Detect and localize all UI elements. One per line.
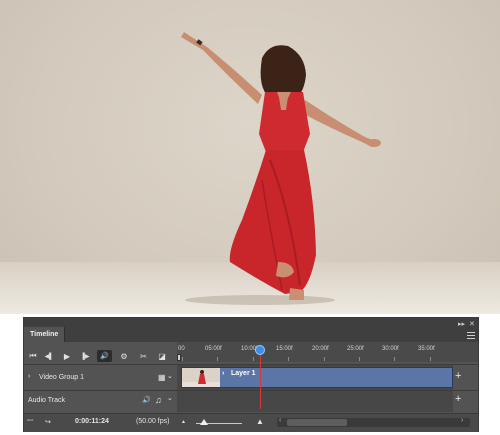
zoom-slider-thumb[interactable] [200,419,208,425]
first-frame-icon[interactable]: ⏮ [27,350,39,362]
next-frame-icon[interactable]: ▐▶ [79,350,91,362]
ruler-label: 05:00f [205,346,222,352]
ruler-label: 35:00f [418,346,435,352]
layer-clip[interactable]: › Layer 1 [181,367,453,388]
add-media-icon[interactable]: + [455,370,461,382]
panel-menu-icon[interactable] [467,332,475,339]
clip-thumbnail [182,368,220,387]
zoom-in-icon[interactable]: ▲ [256,417,264,426]
playhead-line [260,354,261,409]
audio-track-label: Audio Track [28,397,65,404]
chevron-down-icon[interactable]: ⌄ [167,372,173,380]
collapse-panel-icon[interactable]: ▸▸ [458,320,465,328]
render-video-icon[interactable]: ▫▫▫ [27,418,33,424]
video-group-label: Video Group 1 [39,374,85,381]
play-icon[interactable]: ▶ [61,350,73,362]
ruler-label: 15:00f [276,346,293,352]
previous-frame-icon[interactable]: ◀▌ [43,350,55,362]
audio-track-row: Audio Track 🔊 ♫ ⌄ + [24,390,478,413]
close-panel-icon[interactable]: ✕ [469,320,475,328]
speaker-icon[interactable]: 🔊 [142,396,151,404]
ruler-tick [394,357,395,361]
ruler-tick [182,357,183,361]
dancer-figure [181,32,381,305]
ruler-tick [430,357,431,361]
ruler-tick [359,357,360,361]
chevron-down-icon[interactable]: ⌄ [167,394,173,402]
clip-chevron-icon[interactable]: › [222,370,224,377]
timeline-panel: Timeline ▸▸ ✕ ⏮ ◀▌ ▶ ▐▶ 🔊 ⚙ ✂ ◪ 00 05:00… [23,317,479,432]
ruler-tick [324,357,325,361]
work-area-start-handle[interactable] [177,354,181,361]
ruler-label: 00 [178,346,185,352]
settings-icon[interactable]: ⚙ [117,350,131,362]
frame-rate: (50.00 fps) [136,418,170,425]
ruler-label: 25:00f [347,346,364,352]
add-audio-icon[interactable]: + [455,393,461,405]
clip-name: Layer 1 [231,370,256,377]
zoom-out-icon[interactable]: ▲ [181,419,186,425]
time-ruler[interactable]: 00 05:00f 10:00f 15:00f 20:00f 25:00f 30… [177,342,478,362]
canvas-photo [0,0,500,314]
scrollbar-thumb[interactable] [287,419,347,426]
timeline-footer: ▫▫▫ ↪ 0:00:11:24 (50.00 fps) ▲ ▲ ‹ › [24,413,478,432]
split-at-playhead-icon[interactable]: ✂ [137,350,150,362]
transition-icon[interactable]: ◪ [156,350,168,362]
scroll-left-icon[interactable]: ‹ [279,417,281,424]
ruler-tick [288,357,289,361]
mute-audio-icon[interactable]: 🔊 [97,350,112,362]
panel-tab-bar: Timeline ▸▸ ✕ [24,318,478,342]
current-timecode: 0:00:11:24 [75,418,109,425]
convert-frame-icon[interactable]: ↪ [45,418,51,426]
ruler-tick [253,357,254,361]
audio-track-lane[interactable] [177,391,453,412]
ruler-label: 30:00f [382,346,399,352]
scroll-right-icon[interactable]: › [461,417,463,424]
music-note-icon[interactable]: ♫ [155,395,162,405]
playhead-handle[interactable] [255,345,265,355]
expand-chevron-icon[interactable]: › [28,373,30,380]
film-strip-icon[interactable]: ▦ [158,373,166,382]
ruler-tick [217,357,218,361]
tab-timeline[interactable]: Timeline [24,327,66,342]
horizontal-scrollbar[interactable]: ‹ › [277,417,470,427]
ruler-label: 20:00f [312,346,329,352]
